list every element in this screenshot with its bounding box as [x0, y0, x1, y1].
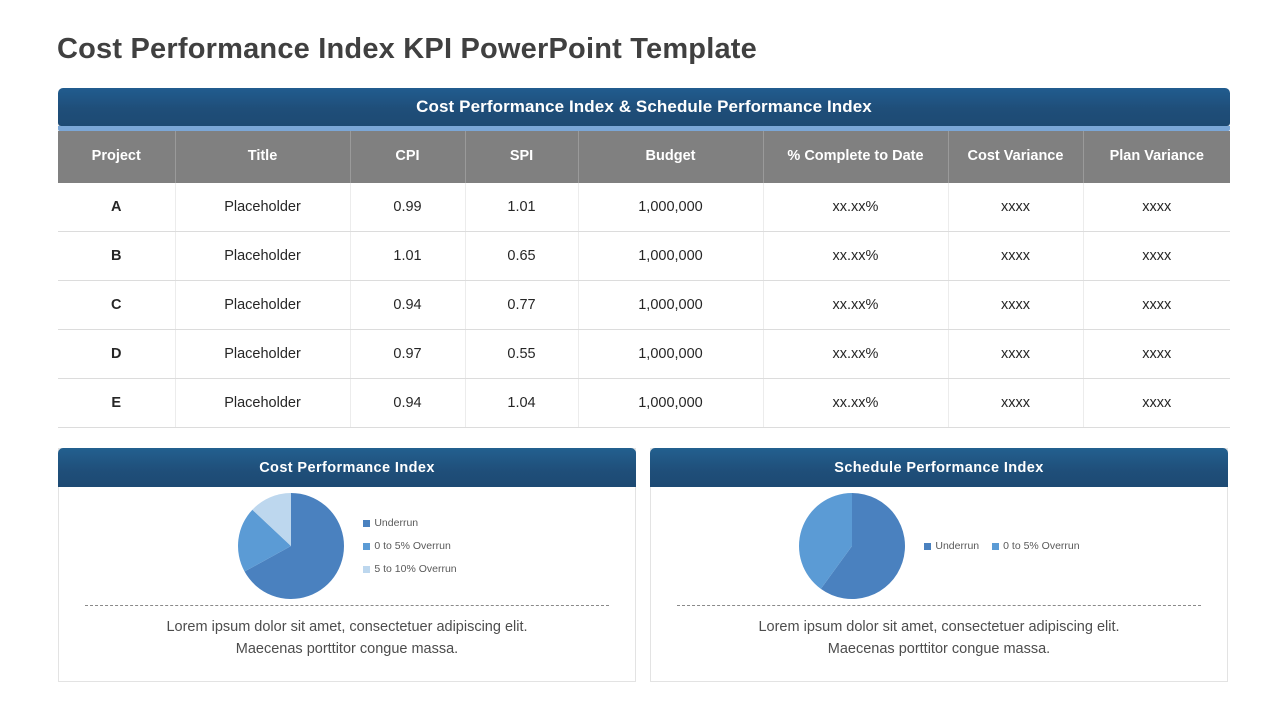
- cell-plan-variance: xxxx: [1082, 183, 1230, 232]
- table-row: D Placeholder 0.97 0.55 1,000,000 xx.xx%…: [58, 329, 1230, 379]
- legend-label: Underrun: [374, 517, 419, 529]
- cell-budget: 1,000,000: [577, 280, 763, 330]
- kpi-table: Project Title CPI SPI Budget % Complete …: [58, 131, 1230, 428]
- cell-percent-complete: xx.xx%: [762, 231, 948, 281]
- schedule-performance-index-panel: Schedule Performance Index Underrun 0 to …: [650, 448, 1228, 682]
- cost-performance-index-panel: Cost Performance Index Underrun 0 to 5% O…: [58, 448, 636, 682]
- cell-spi: 0.77: [464, 280, 578, 330]
- cell-budget: 1,000,000: [577, 231, 763, 281]
- cell-cost-variance: xxxx: [947, 183, 1083, 232]
- kpi-table-body: A Placeholder 0.99 1.01 1,000,000 xx.xx%…: [58, 183, 1230, 428]
- schedule-performance-index-chart-area: Underrun 0 to 5% Overrun: [651, 487, 1227, 605]
- panel-divider: [677, 605, 1201, 606]
- table-title-bar: Cost Performance Index & Schedule Perfor…: [58, 88, 1230, 126]
- column-header-cpi: CPI: [349, 131, 465, 183]
- cell-cpi: 1.01: [349, 231, 465, 281]
- cell-budget: 1,000,000: [577, 378, 763, 428]
- cell-title: Placeholder: [174, 280, 350, 330]
- legend-label: 5 to 10% Overrun: [374, 563, 457, 575]
- cell-plan-variance: xxxx: [1082, 378, 1230, 428]
- cell-cpi: 0.97: [349, 329, 465, 379]
- cell-cost-variance: xxxx: [947, 329, 1083, 379]
- cell-cost-variance: xxxx: [947, 231, 1083, 281]
- table-row: E Placeholder 0.94 1.04 1,000,000 xx.xx%…: [58, 378, 1230, 428]
- panel-divider: [85, 605, 609, 606]
- column-header-project: Project: [58, 131, 175, 183]
- table-row: A Placeholder 0.99 1.01 1,000,000 xx.xx%…: [58, 183, 1230, 232]
- cell-cpi: 0.99: [349, 183, 465, 232]
- kpi-table-head: Project Title CPI SPI Budget % Complete …: [58, 131, 1230, 183]
- cell-budget: 1,000,000: [577, 329, 763, 379]
- cell-project: A: [58, 183, 175, 232]
- column-header-spi: SPI: [464, 131, 578, 183]
- cell-percent-complete: xx.xx%: [762, 280, 948, 330]
- legend-item: Underrun: [363, 517, 456, 529]
- legend-swatch-icon: [363, 519, 371, 527]
- column-header-cost-variance: Cost Variance: [947, 131, 1083, 183]
- cell-title: Placeholder: [174, 231, 350, 281]
- legend-swatch-icon: [363, 565, 371, 573]
- cell-spi: 0.55: [464, 329, 578, 379]
- cell-spi: 0.65: [464, 231, 578, 281]
- caption-line-2: Maecenas porttitor congue massa.: [235, 641, 459, 658]
- schedule-performance-index-legend: Underrun 0 to 5% Overrun: [924, 540, 1080, 552]
- cell-plan-variance: xxxx: [1082, 231, 1230, 281]
- legend-swatch-icon: [924, 542, 932, 550]
- legend-label: 0 to 5% Overrun: [1003, 540, 1080, 552]
- cost-performance-index-caption: Lorem ipsum dolor sit amet, consectetuer…: [59, 616, 635, 661]
- cell-cost-variance: xxxx: [947, 378, 1083, 428]
- legend-item: 0 to 5% Overrun: [992, 540, 1080, 552]
- column-header-plan-variance: Plan Variance: [1082, 131, 1230, 183]
- legend-label: 0 to 5% Overrun: [374, 540, 451, 552]
- cost-performance-index-legend: Underrun 0 to 5% Overrun 5 to 10% Overrun: [363, 517, 457, 575]
- column-header-percent-complete-to-date: % Complete to Date: [762, 131, 948, 183]
- table-header-row: Project Title CPI SPI Budget % Complete …: [58, 131, 1230, 183]
- caption-line-1: Lorem ipsum dolor sit amet, consectetuer…: [166, 619, 528, 635]
- table-row: B Placeholder 1.01 0.65 1,000,000 xx.xx%…: [58, 231, 1230, 281]
- panel-header-cost-performance-index: Cost Performance Index: [58, 448, 636, 487]
- cell-project: B: [58, 231, 175, 281]
- cost-performance-index-chart-area: Underrun 0 to 5% Overrun 5 to 10% Overrun: [59, 487, 635, 605]
- legend-swatch-icon: [992, 542, 1000, 550]
- cell-spi: 1.01: [464, 183, 578, 232]
- table-row: C Placeholder 0.94 0.77 1,000,000 xx.xx%…: [58, 280, 1230, 330]
- cell-title: Placeholder: [174, 183, 350, 232]
- cell-cpi: 0.94: [349, 378, 465, 428]
- schedule-performance-index-pie-chart: [799, 493, 906, 599]
- page-title: Cost Performance Index KPI PowerPoint Te…: [57, 33, 757, 65]
- cell-title: Placeholder: [174, 378, 350, 428]
- column-header-title: Title: [174, 131, 350, 183]
- cell-project: D: [58, 329, 175, 379]
- caption-line-1: Lorem ipsum dolor sit amet, consectetuer…: [758, 619, 1120, 635]
- cell-plan-variance: xxxx: [1082, 329, 1230, 379]
- legend-item: Underrun: [924, 540, 979, 552]
- cell-project: E: [58, 378, 175, 428]
- cell-title: Placeholder: [174, 329, 350, 379]
- legend-item: 5 to 10% Overrun: [363, 563, 457, 575]
- cell-spi: 1.04: [464, 378, 578, 428]
- cell-percent-complete: xx.xx%: [762, 378, 948, 428]
- kpi-table-block: Cost Performance Index & Schedule Perfor…: [58, 88, 1230, 428]
- cell-percent-complete: xx.xx%: [762, 183, 948, 232]
- column-header-budget: Budget: [577, 131, 763, 183]
- cell-cpi: 0.94: [349, 280, 465, 330]
- schedule-performance-index-caption: Lorem ipsum dolor sit amet, consectetuer…: [651, 616, 1227, 661]
- cell-plan-variance: xxxx: [1082, 280, 1230, 330]
- legend-label: Underrun: [935, 540, 980, 552]
- cell-project: C: [58, 280, 175, 330]
- legend-item: 0 to 5% Overrun: [363, 540, 456, 552]
- cell-percent-complete: xx.xx%: [762, 329, 948, 379]
- legend-swatch-icon: [363, 542, 371, 550]
- cell-budget: 1,000,000: [577, 183, 763, 232]
- cell-cost-variance: xxxx: [947, 280, 1083, 330]
- panel-header-schedule-performance-index: Schedule Performance Index: [650, 448, 1228, 487]
- cost-performance-index-pie-chart: [238, 493, 345, 599]
- caption-line-2: Maecenas porttitor congue massa.: [827, 641, 1051, 658]
